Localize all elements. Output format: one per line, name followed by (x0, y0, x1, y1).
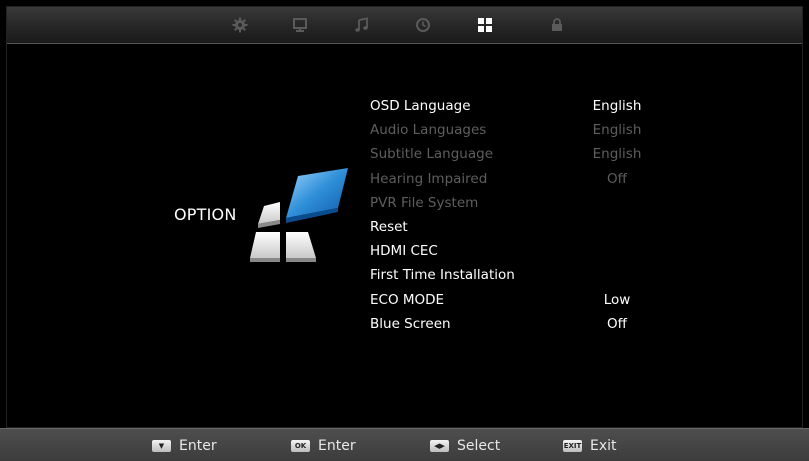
menu-item-hearing-impaired: Hearing Impaired Off (370, 167, 670, 191)
menu-item-label: Blue Screen (370, 315, 451, 332)
menu-item-label: First Time Installation (370, 267, 515, 284)
menu-item-value: English (592, 146, 642, 163)
option-menu-list: OSD Language English Audio Languages Eng… (370, 94, 670, 336)
option-grid-icon (478, 18, 492, 32)
page-title: OPTION (174, 205, 237, 224)
exit-key-icon: EXIT (563, 439, 582, 452)
menu-item-pvr-file-system: PVR File System (370, 191, 670, 215)
lock-icon (552, 18, 562, 31)
menu-item-value: English (592, 98, 642, 114)
hint-label: Exit (590, 437, 617, 454)
menu-item-value: English (592, 122, 642, 139)
menu-item-first-time-installation[interactable]: First Time Installation (370, 263, 670, 287)
menu-item-hdmi-cec[interactable]: HDMI CEC (370, 239, 670, 263)
tab-option[interactable] (475, 15, 495, 35)
hint-label: Enter (179, 437, 217, 454)
menu-item-label: OSD Language (370, 98, 471, 114)
menu-item-label: Audio Languages (370, 122, 487, 139)
menu-item-label: HDMI CEC (370, 243, 438, 260)
key-hint-bar: ▼ Enter OK Enter ◀▶ Select EXIT Exit (0, 428, 809, 461)
menu-item-label: Hearing Impaired (370, 170, 488, 187)
hint-label: Select (457, 437, 501, 454)
down-arrow-key-icon: ▼ (152, 439, 171, 452)
ok-key-icon: OK (291, 439, 310, 452)
top-tab-bar (7, 7, 802, 44)
menu-item-subtitle-language: Subtitle Language English (370, 142, 670, 166)
menu-item-label: ECO MODE (370, 291, 445, 308)
menu-item-reset[interactable]: Reset (370, 215, 670, 239)
music-note-icon (355, 17, 368, 32)
hint-select[interactable]: ◀▶ Select (430, 429, 500, 461)
menu-item-value: Low (603, 291, 631, 308)
hint-exit[interactable]: EXIT Exit (563, 429, 617, 461)
menu-item-label: PVR File System (370, 194, 479, 211)
clock-icon (416, 18, 430, 32)
hint-label: Enter (318, 437, 356, 454)
menu-item-osd-language[interactable]: OSD Language English (370, 94, 670, 118)
monitor-icon (293, 18, 307, 32)
menu-item-audio-languages: Audio Languages English (370, 118, 670, 142)
left-right-key-icon: ◀▶ (430, 439, 449, 452)
hint-ok-enter[interactable]: OK Enter (291, 429, 356, 461)
tab-picture[interactable] (230, 15, 250, 35)
menu-item-value: Off (607, 315, 627, 332)
tv-option-menu-screen: OPTION OSD Language English Audio Langua… (0, 0, 809, 461)
menu-item-eco-mode[interactable]: ECO MODE Low (370, 288, 670, 312)
menu-item-label: Subtitle Language (370, 146, 494, 163)
hint-down-enter[interactable]: ▼ Enter (152, 429, 217, 461)
gear-icon (232, 17, 248, 33)
tab-screen[interactable] (290, 15, 310, 35)
tab-sound[interactable] (352, 15, 372, 35)
option-logo-icon (250, 168, 348, 262)
menu-item-label: Reset (370, 218, 408, 235)
tab-lock[interactable] (547, 15, 567, 35)
menu-item-blue-screen[interactable]: Blue Screen Off (370, 312, 670, 336)
tab-time[interactable] (413, 15, 433, 35)
menu-item-value: Off (607, 170, 627, 187)
